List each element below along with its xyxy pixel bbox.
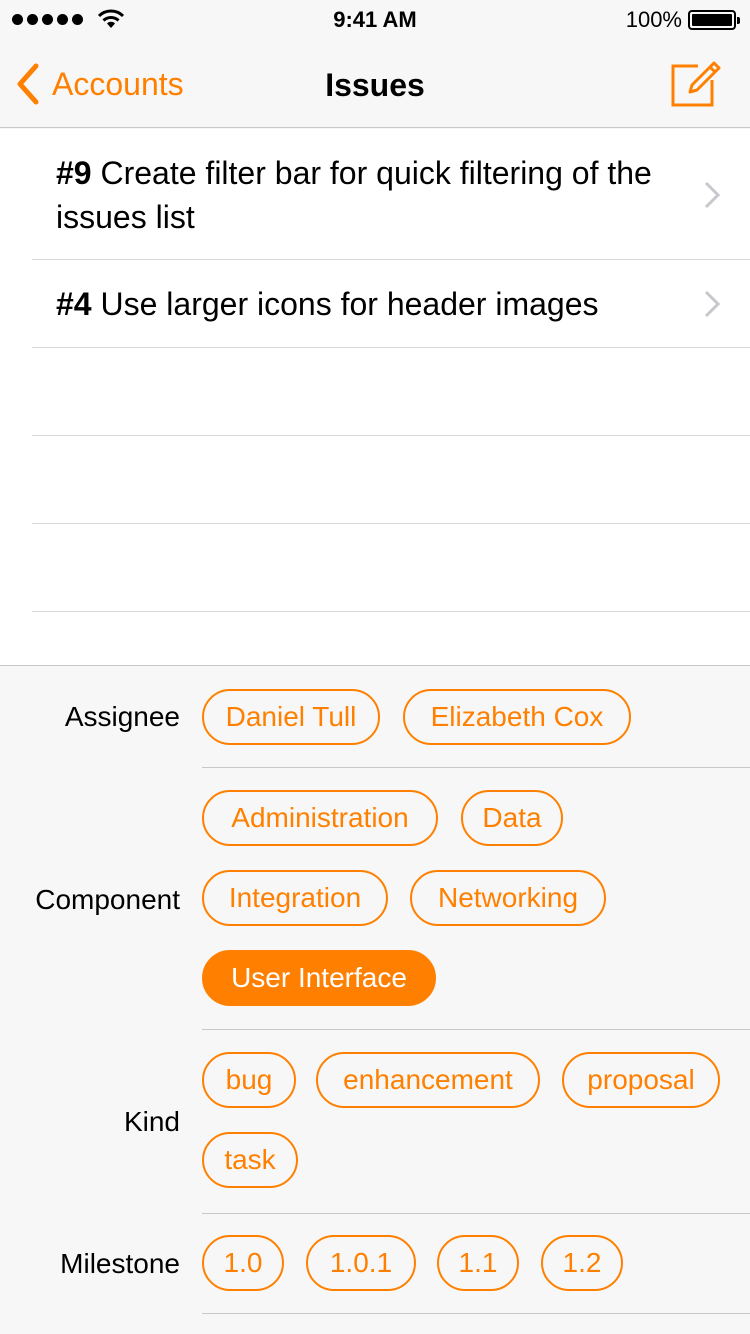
- filter-chip-data[interactable]: Data: [461, 790, 563, 846]
- filter-chip-integration[interactable]: Integration: [202, 870, 388, 926]
- chevron-right-icon: [704, 181, 720, 209]
- status-bar: 9:41 AM 100%: [0, 0, 750, 40]
- navigation-bar: Accounts Issues: [0, 40, 750, 128]
- filter-chip-task[interactable]: task: [202, 1132, 298, 1188]
- filter-chip-elizabeth-cox[interactable]: Elizabeth Cox: [403, 689, 631, 745]
- filter-label-assignee: Assignee: [64, 701, 180, 732]
- filter-chip-1-0[interactable]: 1.0: [202, 1235, 284, 1291]
- battery-icon: [688, 10, 740, 30]
- filter-chip-bug[interactable]: bug: [202, 1052, 296, 1108]
- chevron-right-icon: [704, 290, 720, 318]
- filter-chip-proposal[interactable]: proposal: [562, 1052, 720, 1108]
- page-title: Issues: [325, 67, 425, 103]
- component-filter: Component Administration Data Integratio…: [0, 768, 750, 1030]
- filter-chip-1-2[interactable]: 1.2: [541, 1235, 623, 1291]
- empty-row: [32, 436, 750, 524]
- filter-panel: Assignee Daniel Tull Elizabeth Cox Compo…: [0, 667, 750, 1334]
- kind-filter: Kind bug enhancement proposal task: [0, 1030, 750, 1214]
- issue-title-text: Use larger icons for header images: [100, 286, 599, 322]
- compose-icon[interactable]: [670, 58, 722, 108]
- filter-chip-1-0-1[interactable]: 1.0.1: [306, 1235, 416, 1291]
- empty-row: [32, 524, 750, 612]
- issue-row[interactable]: #4 Use larger icons for header images: [32, 260, 750, 348]
- empty-row: [32, 348, 750, 436]
- issue-number: #9: [56, 155, 92, 191]
- issues-list: #9 Create filter bar for quick filtering…: [0, 129, 750, 666]
- filter-chip-daniel-tull[interactable]: Daniel Tull: [202, 689, 380, 745]
- divider: [202, 1313, 750, 1314]
- issue-number: #4: [56, 286, 92, 322]
- issue-title: #4 Use larger icons for header images: [56, 282, 660, 326]
- filter-chip-administration[interactable]: Administration: [202, 790, 438, 846]
- filter-label-kind: Kind: [123, 1106, 180, 1137]
- milestone-filter: Milestone 1.0 1.0.1 1.1 1.2: [0, 1214, 750, 1314]
- filter-chip-1-1[interactable]: 1.1: [437, 1235, 519, 1291]
- issue-title: #9 Create filter bar for quick filtering…: [56, 151, 660, 239]
- filter-chip-networking[interactable]: Networking: [410, 870, 606, 926]
- assignee-filter: Assignee Daniel Tull Elizabeth Cox: [0, 667, 750, 768]
- filter-chip-enhancement[interactable]: enhancement: [316, 1052, 540, 1108]
- filter-label-milestone: Milestone: [60, 1248, 180, 1279]
- issue-title-text: Create filter bar for quick filtering of…: [56, 155, 652, 235]
- filter-label-component: Component: [35, 884, 180, 915]
- battery-percentage: 100%: [625, 7, 682, 32]
- filter-chip-user-interface[interactable]: User Interface: [202, 950, 436, 1006]
- issue-row[interactable]: #9 Create filter bar for quick filtering…: [32, 129, 750, 260]
